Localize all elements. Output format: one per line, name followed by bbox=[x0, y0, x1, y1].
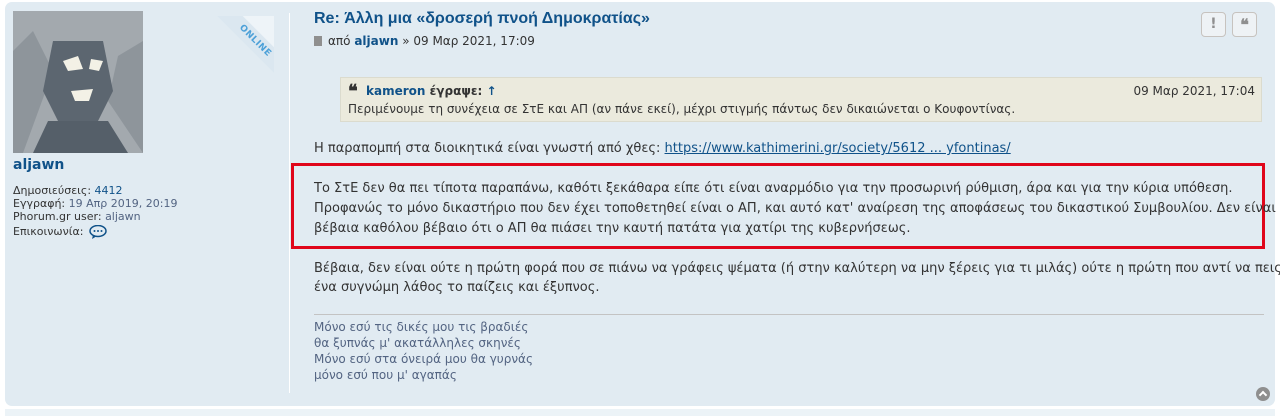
signature-line-2: θα ξυπνάς μ' ακατάλληλες σκηνές bbox=[314, 336, 521, 350]
post-title[interactable]: Re: Άλλη μια «δροσερή πνοή Δημοκρατίας» bbox=[314, 10, 650, 28]
signature-line-3: Μόνο εσύ στα όνειρά μου θα γυρνάς bbox=[314, 352, 534, 366]
post-meta: από aljawn » 09 Μαρ 2021, 17:09 bbox=[314, 34, 535, 48]
signature-line-4: μόνο εσύ που μ' αγαπάς bbox=[314, 368, 457, 382]
quote-icon: ❝ bbox=[348, 81, 358, 102]
by-label: από bbox=[328, 34, 351, 48]
avatar-image bbox=[13, 11, 143, 153]
report-button[interactable]: ! bbox=[1201, 12, 1226, 37]
avatar[interactable] bbox=[13, 11, 143, 153]
profile-contact: Επικοινωνία: bbox=[13, 225, 177, 239]
quote-text: Περιμένουμε τη συνέχεια σε ΣτΕ και ΑΠ (α… bbox=[348, 102, 1016, 116]
quote-block: ❝ kameron έγραψε: ↑ 09 Μαρ 2021, 17:04 Π… bbox=[340, 77, 1262, 122]
quote-jump-arrow[interactable]: ↑ bbox=[487, 84, 497, 98]
online-label: ONLINE bbox=[216, 16, 274, 74]
quote-button[interactable]: ❝ bbox=[1232, 12, 1257, 37]
post-icon[interactable] bbox=[314, 36, 322, 46]
posts-label: Δημοσιεύσεις: bbox=[13, 184, 92, 197]
article-link[interactable]: https://www.kathimerini.gr/society/5612 … bbox=[665, 141, 1011, 156]
phorum-value: aljawn bbox=[105, 210, 141, 223]
profile-joined: Εγγραφή: 19 Απρ 2019, 20:19 bbox=[13, 197, 177, 210]
back-to-top-icon[interactable] bbox=[1256, 387, 1270, 401]
signature-divider bbox=[314, 314, 1264, 315]
post-divider bbox=[289, 13, 290, 393]
intro-text: Η παραπομπή στα διοικητικά είναι γνωστή … bbox=[314, 141, 665, 156]
profile-posts: Δημοσιεύσεις: 4412 bbox=[13, 184, 177, 197]
closing-line-1: Βέβαια, δεν είναι ούτε η πρώτη φορά που … bbox=[314, 261, 1280, 276]
contact-label: Επικοινωνία: bbox=[13, 225, 84, 238]
post-date: » 09 Μαρ 2021, 17:09 bbox=[402, 34, 535, 48]
username[interactable]: aljawn bbox=[13, 157, 64, 173]
quote-author[interactable]: kameron bbox=[366, 84, 425, 98]
phorum-label: Phorum.gr user: bbox=[13, 210, 102, 223]
profile-info: Δημοσιεύσεις: 4412 Εγγραφή: 19 Απρ 2019,… bbox=[13, 184, 177, 239]
post-author[interactable]: aljawn bbox=[354, 34, 398, 48]
joined-label: Εγγραφή: bbox=[13, 197, 66, 210]
next-post-edge bbox=[5, 409, 1275, 416]
online-ribbon: ONLINE bbox=[216, 16, 274, 74]
quote-wrote-label: έγραψε: bbox=[429, 84, 483, 98]
profile-phorum: Phorum.gr user: aljawn bbox=[13, 210, 177, 223]
highlight-line-3: βέβαια καθόλου βέβαιο ότι ο ΑΠ θα πιάσει… bbox=[314, 221, 911, 236]
contact-icon[interactable] bbox=[89, 225, 107, 239]
posts-count[interactable]: 4412 bbox=[95, 184, 123, 197]
quote-date: 09 Μαρ 2021, 17:04 bbox=[1133, 84, 1255, 98]
closing-line-2: ένα συγνώμη λάθος το παίζεις και έξυπνος… bbox=[314, 280, 600, 295]
intro-paragraph: Η παραπομπή στα διοικητικά είναι γνωστή … bbox=[314, 141, 1011, 156]
joined-value: 19 Απρ 2019, 20:19 bbox=[68, 197, 178, 210]
quote-cite: kameron έγραψε: ↑ bbox=[366, 84, 497, 98]
signature-line-1: Μόνο εσύ τις δικές μου τις βραδιές bbox=[314, 320, 529, 334]
highlight-line-2: Προφανώς το μόνο δικαστήριο που δεν έχει… bbox=[314, 201, 1276, 216]
highlight-line-1: Το ΣτΕ δεν θα πει τίποτα παραπάνω, καθότ… bbox=[314, 181, 1233, 196]
